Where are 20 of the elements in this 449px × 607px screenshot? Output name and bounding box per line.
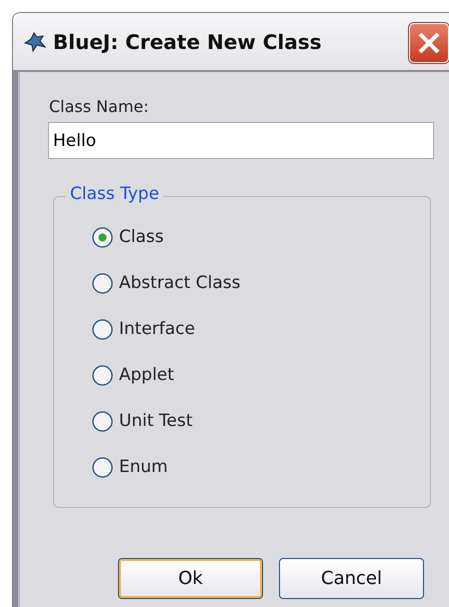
- radio-button[interactable]: [92, 226, 113, 248]
- radio-label: Applet: [119, 365, 174, 385]
- radio-button[interactable]: [92, 456, 113, 478]
- radio-label: Enum: [119, 457, 168, 477]
- cancel-button[interactable]: Cancel: [279, 558, 424, 599]
- ok-button[interactable]: Ok: [118, 558, 263, 599]
- radio-button[interactable]: [92, 364, 113, 386]
- class-name-field[interactable]: Hello: [48, 122, 434, 159]
- field-label: Class Name:: [49, 97, 150, 116]
- radio-label: Interface: [119, 319, 196, 339]
- window-title: BlueJ: Create New Class: [53, 30, 322, 54]
- close-icon: [416, 30, 442, 56]
- group-legend: Class Type: [66, 184, 164, 204]
- radio-label: Unit Test: [119, 411, 192, 431]
- radio-button[interactable]: [92, 272, 113, 294]
- radio-label: Abstract Class: [119, 273, 240, 293]
- close-button[interactable]: [409, 23, 449, 63]
- radio-label: Class: [119, 227, 164, 247]
- radio-button[interactable]: [92, 410, 113, 432]
- radio-button[interactable]: [92, 318, 113, 340]
